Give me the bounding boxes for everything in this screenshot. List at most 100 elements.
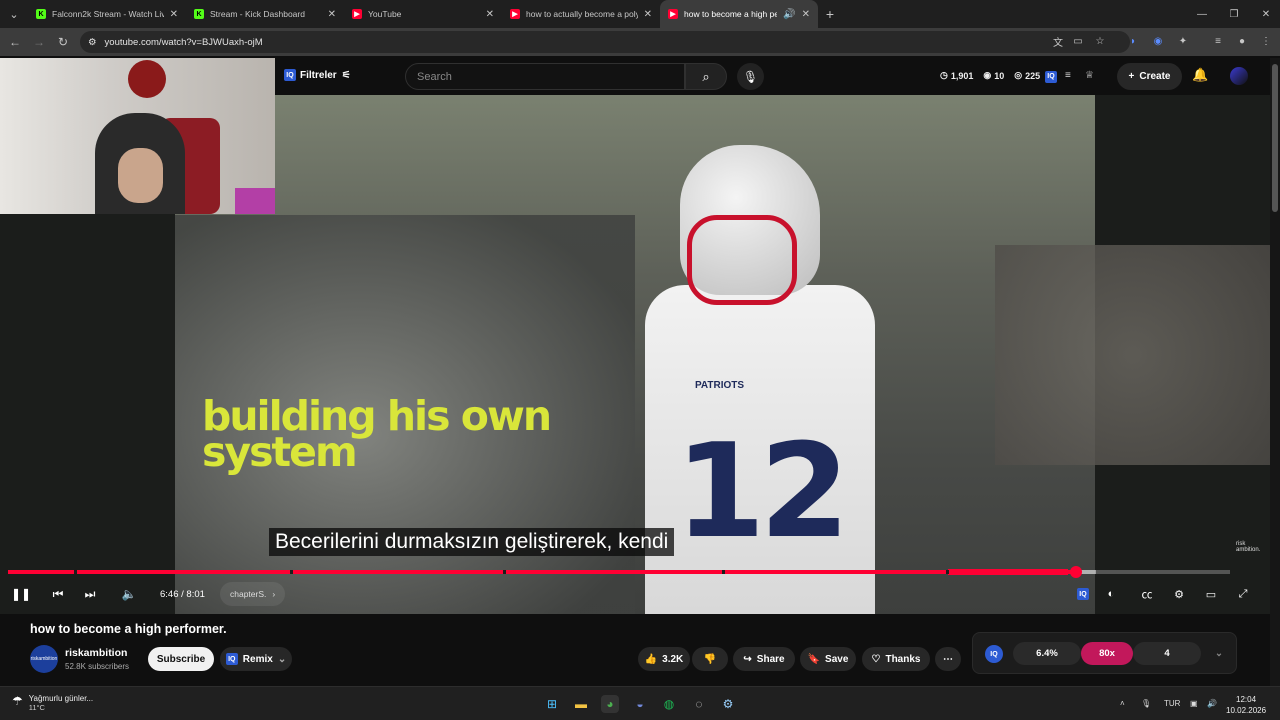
- scrollbar-thumb[interactable]: [1272, 64, 1278, 212]
- reload-icon[interactable]: ↻: [51, 35, 75, 49]
- translate-icon[interactable]: 文: [1050, 33, 1066, 49]
- rain-cloud-icon: ☂: [12, 694, 23, 708]
- channel-name[interactable]: riskambition: [65, 647, 127, 659]
- extension-icon[interactable]: ◗: [1125, 33, 1141, 49]
- system-clock[interactable]: 12:04 10.02.2026: [1226, 694, 1266, 716]
- chapter-divider: [503, 570, 506, 574]
- tab-kick-stream[interactable]: K Falconn2k Stream - Watch Live ✕: [28, 0, 186, 28]
- share-button[interactable]: ↪ Share: [733, 647, 795, 671]
- save-button[interactable]: 🔖 Save: [800, 647, 856, 671]
- tab-kick-dashboard[interactable]: K Stream - Kick Dashboard ✕: [186, 0, 344, 28]
- close-window-icon[interactable]: ✕: [1250, 0, 1280, 28]
- previous-icon[interactable]: ⏮: [47, 582, 69, 606]
- close-tab-icon[interactable]: ✕: [170, 9, 178, 20]
- iq-player-icon[interactable]: IQ: [1071, 582, 1095, 606]
- network-icon[interactable]: ▣: [1190, 699, 1198, 708]
- wall-logo: [128, 60, 166, 98]
- tab-youtube[interactable]: ▶ YouTube ✕: [344, 0, 502, 28]
- tab-high-performer-video[interactable]: ▶ how to become a high perf 🔊 ✕: [660, 0, 818, 28]
- chevron-down-icon[interactable]: ⌄: [1209, 642, 1229, 665]
- captions-icon[interactable]: ㏄: [1135, 582, 1159, 606]
- theater-mode-icon[interactable]: ▭: [1199, 582, 1223, 606]
- tab-search-icon[interactable]: ⌄: [0, 0, 28, 28]
- chapter-divider: [290, 570, 293, 574]
- facemask: [687, 215, 797, 305]
- iq-extension-icon[interactable]: ◉: [1150, 33, 1166, 49]
- tab-title: YouTube: [368, 9, 402, 19]
- steam-overlay-icon[interactable]: ◌: [690, 695, 708, 713]
- jersey: PATRIOTS 12: [645, 285, 875, 614]
- search-button[interactable]: ⌕: [685, 63, 727, 90]
- close-tab-icon[interactable]: ✕: [486, 9, 494, 20]
- restore-icon[interactable]: ❐: [1218, 0, 1250, 28]
- spotify-icon[interactable]: ◍: [660, 695, 678, 713]
- autoplay-toggle[interactable]: ◐: [1099, 582, 1123, 606]
- dislike-button[interactable]: 👎: [692, 647, 728, 671]
- scrubber-handle[interactable]: [1070, 566, 1083, 578]
- video-player[interactable]: PATRIOTS 12 IQ Filtreler ⚟ Search ⌕ 🎙 ◷ 1…: [0, 58, 1270, 614]
- trophy-icon[interactable]: ♕: [1085, 70, 1094, 81]
- settings-gear-icon[interactable]: ⚙: [1167, 582, 1191, 606]
- create-button[interactable]: + Create: [1117, 63, 1182, 90]
- discord-icon[interactable]: ◒: [631, 695, 649, 713]
- purple-object: [235, 188, 275, 214]
- microphone-icon: 🎙: [742, 69, 759, 84]
- share-icon: ↪: [743, 653, 752, 665]
- next-icon[interactable]: ⏭: [79, 582, 101, 606]
- progress-bar[interactable]: [8, 566, 1230, 578]
- language-indicator[interactable]: TUR: [1164, 699, 1180, 708]
- close-tab-icon[interactable]: ✕: [802, 9, 810, 20]
- filters-button[interactable]: IQ Filtreler ⚟: [284, 69, 351, 81]
- voice-search-button[interactable]: 🎙: [737, 63, 764, 90]
- volume-icon[interactable]: 🔈: [118, 582, 140, 606]
- account-avatar[interactable]: [1230, 67, 1248, 85]
- chevron-up-icon[interactable]: ˄: [1120, 699, 1125, 708]
- chrome-icon[interactable]: ◕: [601, 695, 619, 713]
- page-scrollbar[interactable]: [1270, 58, 1280, 686]
- like-button[interactable]: 👍 3.2K: [638, 647, 690, 671]
- bookmark-star-icon[interactable]: ☆: [1092, 33, 1108, 49]
- weather-widget[interactable]: ☂ Yağmurlu günler... 11°C: [12, 694, 93, 712]
- profile-avatar[interactable]: ●: [1234, 33, 1250, 49]
- start-windows-icon[interactable]: ⊞: [543, 695, 561, 713]
- microphone-icon[interactable]: 🎙: [1141, 699, 1151, 708]
- forward-icon[interactable]: →: [27, 35, 51, 49]
- back-icon[interactable]: ←: [3, 35, 27, 49]
- reading-list-icon[interactable]: ≡: [1210, 33, 1226, 49]
- tab-polymath-video[interactable]: ▶ how to actually become a polym ✕: [502, 0, 660, 28]
- remix-button[interactable]: IQ Remix ⌄: [220, 647, 292, 671]
- steam-icon[interactable]: ⚙: [719, 695, 737, 713]
- channel-avatar[interactable]: riskambition: [30, 645, 58, 673]
- iq-percent: 6.4%: [1013, 642, 1081, 665]
- url-text: youtube.com/watch?v=BJWUaxh-ojM: [104, 36, 263, 48]
- iq-logo-icon[interactable]: IQ: [985, 645, 1003, 663]
- site-info-icon[interactable]: ⚙: [88, 37, 97, 48]
- thanks-button[interactable]: ♡ Thanks: [862, 647, 930, 671]
- browser-tab-strip: ⌄ K Falconn2k Stream - Watch Live ✕ K St…: [0, 0, 1280, 28]
- notifications-bell-icon[interactable]: 🔔: [1192, 67, 1208, 83]
- search-input[interactable]: Search: [405, 63, 685, 90]
- list-icon[interactable]: ≡: [1065, 70, 1071, 81]
- pause-icon[interactable]: ❚❚: [10, 582, 32, 606]
- file-explorer-icon[interactable]: ▬: [572, 695, 590, 713]
- new-tab-button[interactable]: +: [818, 6, 842, 22]
- fullscreen-icon[interactable]: ⤢: [1231, 582, 1255, 606]
- more-actions-button[interactable]: ⋯: [935, 647, 961, 671]
- cast-icon[interactable]: ▭: [1070, 33, 1086, 49]
- speaker-icon[interactable]: 🔊: [783, 9, 795, 20]
- youtube-icon: ▶: [668, 9, 678, 19]
- extensions-puzzle-icon[interactable]: ✦: [1175, 33, 1191, 49]
- stat-watch: 10: [994, 70, 1005, 81]
- close-tab-icon[interactable]: ✕: [644, 9, 652, 20]
- minimize-icon[interactable]: —: [1186, 0, 1218, 28]
- subscribe-button[interactable]: Subscribe: [148, 647, 214, 671]
- view-icon: ◎: [1014, 70, 1023, 80]
- chapter-button[interactable]: chapterS. ›: [220, 582, 286, 606]
- iq-icon: IQ: [284, 69, 296, 81]
- menu-kebab-icon[interactable]: ⋮: [1258, 33, 1274, 49]
- youtube-icon: ▶: [510, 9, 520, 19]
- close-tab-icon[interactable]: ✕: [328, 9, 336, 20]
- volume-icon[interactable]: 🔊: [1207, 699, 1217, 708]
- url-bar[interactable]: ⚙ youtube.com/watch?v=BJWUaxh-ojM: [80, 31, 1130, 53]
- iq-icon[interactable]: IQ: [1045, 70, 1061, 83]
